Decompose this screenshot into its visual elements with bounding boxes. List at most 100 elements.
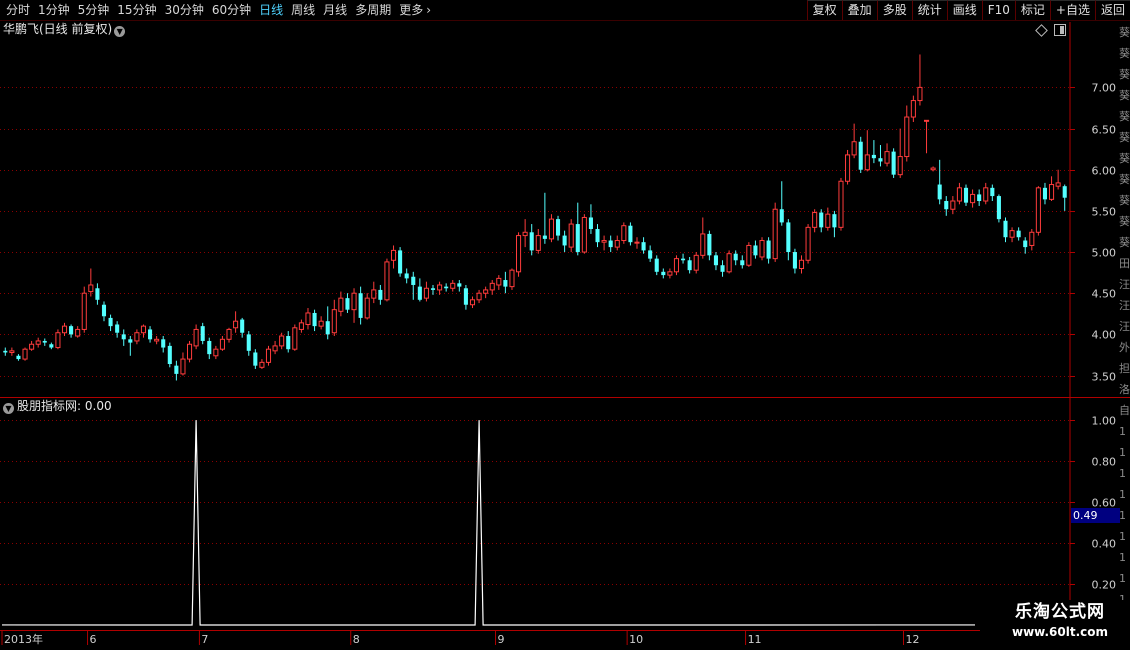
- candle-54: [358, 286, 363, 325]
- x-tick-label-2: 7: [201, 633, 208, 646]
- candle-body-155: [1023, 240, 1028, 248]
- candle-94: [621, 222, 627, 244]
- strip-lower-char-0: 自: [1119, 404, 1130, 417]
- candle-15: [101, 301, 107, 322]
- candle-body-93: [614, 240, 620, 248]
- candle-144: [950, 196, 956, 215]
- candle-body-38: [253, 352, 258, 366]
- candle-body-91: [601, 240, 607, 243]
- candle-44: [292, 324, 298, 351]
- candle-29: [193, 324, 199, 350]
- candle-159: [1049, 176, 1055, 202]
- strip-char-17: 洛: [1119, 383, 1130, 396]
- candle-body-65: [430, 288, 436, 290]
- candle-body-68: [450, 282, 456, 289]
- candle-body-108: [713, 255, 718, 266]
- period-tab-5[interactable]: 60分钟: [208, 0, 255, 20]
- candle-body-28: [186, 343, 193, 360]
- candle-body-100: [661, 271, 666, 276]
- tool-buttons: 复权 叠加 多股 统计 画线 F10 标记 +自选 返回: [806, 0, 1130, 20]
- candle-body-149: [983, 187, 989, 202]
- candle-body-54: [358, 293, 363, 318]
- tool-button-6[interactable]: 标记: [1014, 0, 1050, 20]
- price-tick-label-6: 6.50: [1092, 124, 1117, 137]
- period-tab-1[interactable]: 1分钟: [34, 0, 74, 20]
- period-tab-7[interactable]: 周线: [287, 0, 319, 20]
- candle-body-153: [1009, 230, 1015, 238]
- candle-132: [871, 140, 876, 164]
- indicator-panel-title[interactable]: ▼ 股朋指标网: 0.00: [3, 399, 112, 414]
- candle-body-23: [154, 338, 160, 342]
- candle-11: [75, 326, 81, 338]
- candle-63: [417, 278, 422, 302]
- panel-toggle-icon[interactable]: [1054, 24, 1066, 36]
- period-tab-9[interactable]: 多周期: [351, 0, 395, 20]
- tool-button-8[interactable]: 返回: [1094, 0, 1130, 20]
- candle-body-20: [134, 332, 140, 342]
- period-tab-4[interactable]: 30分钟: [161, 0, 208, 20]
- candle-body-88: [581, 216, 587, 253]
- tool-button-5[interactable]: F10: [981, 0, 1015, 20]
- candle-body-72: [476, 292, 482, 301]
- candle-body-87: [575, 224, 580, 253]
- period-tab-2[interactable]: 5分钟: [74, 0, 114, 20]
- candle-61: [404, 268, 409, 284]
- candle-27: [180, 352, 186, 376]
- candle-83: [548, 214, 554, 243]
- tool-button-7[interactable]: +自选: [1049, 0, 1095, 20]
- candle-57: [378, 284, 383, 305]
- candle-71: [469, 296, 476, 309]
- strip-char-3: 葵: [1119, 89, 1130, 102]
- candle-123: [812, 209, 818, 233]
- strip-lower-char-3: 1: [1119, 467, 1126, 480]
- top-toolbar: 分时 1分钟 5分钟 15分钟 30分钟 60分钟 日线 周线 月线 多周期 更多 › 复权 叠加 多股统…: [0, 0, 1130, 21]
- watermark-logo: 乐淘公式网 www.60lt.com: [996, 600, 1124, 644]
- candle-58: [384, 258, 390, 302]
- period-tab-6[interactable]: 日线: [255, 0, 287, 20]
- candle-body-129: [851, 141, 857, 156]
- candle-45: [298, 319, 304, 333]
- diamond-icon[interactable]: [1035, 24, 1048, 37]
- candle-body-76: [503, 280, 508, 287]
- tool-button-4[interactable]: 画线: [946, 0, 982, 20]
- tool-button-1[interactable]: 叠加: [841, 0, 877, 20]
- strip-char-4: 葵: [1119, 110, 1130, 123]
- candle-body-2: [16, 355, 21, 360]
- candle-25: [167, 342, 172, 368]
- main-panel-title[interactable]: 华鹏飞(日线 前复权) ▼: [3, 21, 126, 37]
- strip-char-0: 葵: [1119, 26, 1130, 39]
- candle-body-62: [411, 276, 416, 285]
- candle-108: [713, 252, 718, 271]
- candle-body-126: [832, 214, 837, 228]
- ind-tick-label-0: 0.20: [1092, 579, 1117, 592]
- chevron-down-icon[interactable]: ▼: [114, 26, 126, 37]
- candle-62: [411, 271, 416, 300]
- tool-button-0[interactable]: 复权: [806, 0, 842, 20]
- candle-body-131: [864, 154, 870, 171]
- candle-3: [22, 347, 28, 361]
- candle-77: [509, 268, 515, 290]
- strip-char-1: 葵: [1119, 47, 1130, 60]
- candle-117: [772, 202, 778, 262]
- strip-lower-char-8: 1: [1119, 572, 1126, 585]
- candle-body-105: [693, 254, 699, 271]
- period-tab-8[interactable]: 月线: [319, 0, 351, 20]
- candle-125: [825, 207, 831, 231]
- candle-body-33: [219, 338, 225, 350]
- candle-12: [81, 286, 87, 333]
- candle-body-55: [364, 297, 370, 319]
- candle-119: [786, 219, 791, 261]
- candle-68: [450, 280, 456, 292]
- candle-body-21: [140, 325, 147, 334]
- strip-lower-char-2: 1: [1119, 446, 1126, 459]
- candle-body-158: [1042, 187, 1048, 200]
- tool-button-3[interactable]: 统计: [911, 0, 947, 20]
- tool-button-2[interactable]: 多股: [876, 0, 912, 20]
- candle-74: [489, 280, 495, 295]
- period-tab-10[interactable]: 更多 ›: [395, 0, 435, 20]
- period-tab-0[interactable]: 分时: [2, 0, 34, 20]
- strip-lower-char-1: 1: [1119, 425, 1126, 438]
- period-tab-3[interactable]: 15分钟: [113, 0, 160, 20]
- chevron-down-icon[interactable]: ▼: [3, 403, 14, 414]
- main-panel-corner-icons: [1035, 23, 1066, 37]
